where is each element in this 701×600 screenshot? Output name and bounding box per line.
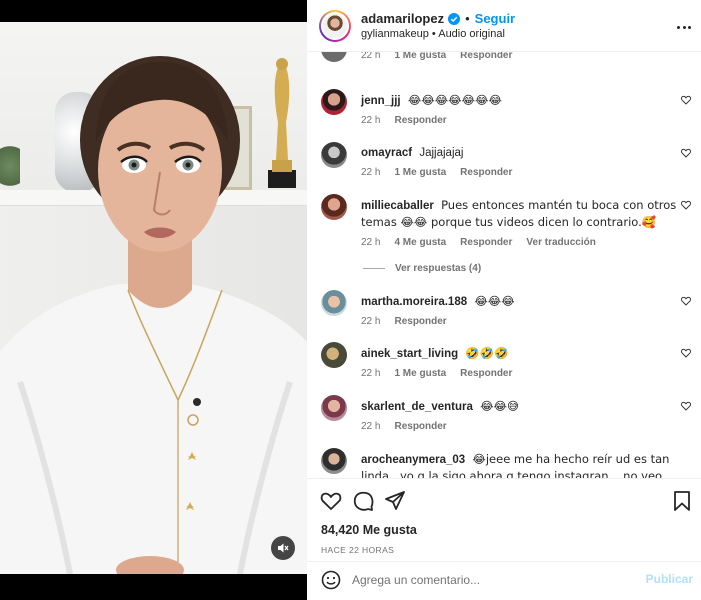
share-icon[interactable] [384, 490, 406, 512]
comment-likes[interactable]: 1 Me gusta [394, 368, 446, 379]
emoji-icon[interactable] [320, 569, 342, 591]
comment-likes[interactable]: 1 Me gusta [394, 167, 446, 178]
comment-text: 😂😂😂 [474, 294, 515, 308]
video-panel[interactable] [0, 0, 307, 600]
mute-button[interactable] [271, 536, 295, 560]
comment-composer: Publicar [307, 561, 701, 600]
comment-item: skarlent_de_ventura 😂😂😅 22 h Responder [321, 395, 691, 432]
video-person [0, 56, 307, 574]
comment-item: arocheanymera_03 😂jeee me ha hecho reír … [321, 448, 691, 478]
reply-button[interactable]: Responder [394, 115, 446, 126]
commenter-avatar[interactable] [321, 395, 347, 421]
comment-time[interactable]: 22 h [361, 237, 380, 248]
comments-list[interactable]: 22 h 1 Me gusta Responder jenn_jjj 😂😂😂😂😂… [307, 52, 701, 478]
commenter-username[interactable]: skarlent_de_ventura [361, 401, 473, 413]
commenter-avatar[interactable] [321, 290, 347, 316]
comment-item: 22 h 1 Me gusta Responder [321, 52, 691, 62]
commenter-avatar[interactable] [321, 448, 347, 474]
commenter-username[interactable]: jenn_jjj [361, 95, 401, 107]
comment-time[interactable]: 22 h [361, 52, 380, 61]
commenter-username[interactable]: omayracf [361, 147, 412, 159]
like-comment-heart-icon[interactable] [681, 296, 691, 306]
save-icon[interactable] [671, 490, 693, 512]
comment-item: ainek_start_living 🤣🤣🤣 22 h 1 Me gusta R… [321, 342, 691, 379]
more-options-icon[interactable] [677, 20, 691, 34]
like-comment-heart-icon[interactable] [681, 148, 691, 158]
view-replies-label[interactable]: Ver respuestas (4) [395, 263, 481, 274]
like-comment-heart-icon[interactable] [681, 348, 691, 358]
likes-count[interactable]: 84,420 Me gusta [321, 523, 417, 537]
comment-item: martha.moreira.188 😂😂😂 22 h Responder [321, 290, 691, 327]
reply-button[interactable]: Responder [394, 421, 446, 432]
publish-button[interactable]: Publicar [646, 572, 693, 586]
post-header: adamarilopez • Seguir gylianmakeup • Aud… [307, 0, 701, 52]
comment-time[interactable]: 22 h [361, 368, 380, 379]
view-replies-button[interactable]: Ver respuestas (4) [363, 263, 481, 274]
post-panel: adamarilopez • Seguir gylianmakeup • Aud… [307, 0, 701, 600]
reply-button[interactable]: Responder [460, 167, 512, 178]
like-comment-heart-icon[interactable] [681, 401, 691, 411]
verified-badge-icon [448, 12, 461, 25]
comment-text: 😂😂😂😂😂😂😂 [407, 93, 502, 107]
commenter-avatar[interactable] [321, 89, 347, 115]
post-timestamp[interactable]: HACE 22 HORAS [321, 545, 394, 555]
comment-item: jenn_jjj 😂😂😂😂😂😂😂 22 h Responder [321, 89, 691, 126]
comment-text: 😂😂😅 [480, 399, 519, 413]
commenter-avatar[interactable] [321, 142, 347, 168]
like-comment-heart-icon[interactable] [681, 95, 691, 105]
heart-icon[interactable] [320, 490, 342, 512]
like-comment-heart-icon[interactable] [681, 200, 691, 210]
video-frame[interactable] [0, 22, 307, 574]
follow-button[interactable]: Seguir [475, 11, 515, 26]
replies-divider [363, 268, 385, 269]
comment-likes[interactable]: 1 Me gusta [394, 52, 446, 61]
comment-item: omayracf Jajjajajaj 22 h 1 Me gusta Resp… [321, 142, 691, 178]
commenter-avatar[interactable] [321, 342, 347, 368]
see-translation-button[interactable]: Ver traducción [526, 237, 595, 248]
commenter-avatar[interactable] [321, 194, 347, 220]
author-avatar[interactable] [319, 9, 351, 42]
header-separator: • [465, 11, 470, 26]
speaker-muted-icon [278, 543, 289, 553]
comment-item: milliecaballer Pues entonces mantén tu b… [321, 194, 691, 248]
comment-likes[interactable]: 4 Me gusta [394, 237, 446, 248]
post-actions [307, 478, 701, 522]
comment-text: Jajjajajaj [419, 147, 464, 159]
author-username[interactable]: adamarilopez [361, 11, 444, 26]
commenter-username[interactable]: milliecaballer [361, 200, 434, 212]
comment-time[interactable]: 22 h [361, 316, 380, 327]
commenter-username[interactable]: ainek_start_living [361, 348, 458, 360]
comment-text: 🤣🤣🤣 [465, 346, 509, 360]
reply-button[interactable]: Responder [460, 237, 512, 248]
comment-time[interactable]: 22 h [361, 115, 380, 126]
audio-attribution[interactable]: gylianmakeup • Audio original [361, 28, 515, 40]
comment-icon[interactable] [352, 490, 374, 512]
reply-button[interactable]: Responder [460, 52, 512, 61]
commenter-username[interactable]: martha.moreira.188 [361, 296, 467, 308]
reply-button[interactable]: Responder [394, 316, 446, 327]
reply-button[interactable]: Responder [460, 368, 512, 379]
comment-input[interactable] [352, 570, 622, 590]
comment-time[interactable]: 22 h [361, 421, 380, 432]
comment-time[interactable]: 22 h [361, 167, 380, 178]
commenter-username[interactable]: arocheanymera_03 [361, 454, 465, 466]
commenter-avatar[interactable] [321, 52, 347, 62]
